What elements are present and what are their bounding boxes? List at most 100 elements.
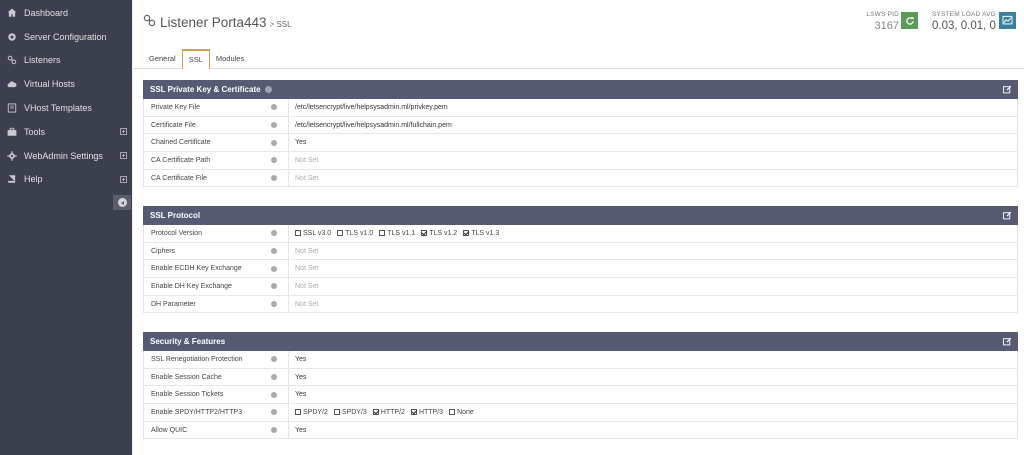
table-row: Ciphers Not Set: [144, 242, 1017, 261]
help-icon-cell[interactable]: [259, 242, 289, 260]
sidebar-item-label: Server Configuration: [24, 31, 107, 42]
checkbox-box[interactable]: [421, 230, 428, 237]
checkbox-label: TLS v1.3: [471, 229, 500, 237]
sidebar-item-help[interactable]: Help: [0, 168, 132, 192]
help-icon[interactable]: [270, 122, 277, 129]
help-icon[interactable]: [270, 356, 277, 363]
edit-icon[interactable]: [1003, 337, 1012, 346]
expand-icon[interactable]: [120, 151, 127, 159]
checkbox-box[interactable]: [372, 409, 379, 416]
checkbox-tls-v1-3[interactable]: TLS v1.3: [463, 230, 499, 237]
field-value: Not Set: [295, 282, 319, 290]
checkbox-tls-v1-2[interactable]: TLS v1.2: [421, 230, 457, 237]
help-icon[interactable]: [270, 427, 277, 434]
home-icon: [6, 7, 18, 19]
panel-rows: Protocol Version SSL v3.0 TLS v1.0 TLS v1.1…: [143, 224, 1018, 314]
checkbox-box[interactable]: [295, 230, 301, 237]
field-value: Not Set: [295, 174, 319, 182]
panel-security-features: Security & Features SSL Renegotiation Pro…: [143, 332, 1018, 440]
sidebar-item-server-configuration[interactable]: Server Configuration: [0, 25, 132, 49]
tab-ssl[interactable]: SSL: [181, 49, 210, 69]
tab-general[interactable]: General: [143, 49, 182, 69]
sidebar-item-label: Dashboard: [24, 7, 69, 18]
help-icon[interactable]: [270, 301, 277, 308]
panel-header: SSL Private Key & Certificate: [143, 80, 1018, 99]
help-icon[interactable]: [270, 104, 277, 111]
help-icon[interactable]: [270, 374, 277, 381]
checkbox-tls-v1-1[interactable]: TLS v1.1: [379, 230, 415, 237]
help-icon-cell[interactable]: [259, 151, 289, 170]
load-stat: SYSTEM LOAD AVG 0.03, 0.01, 0: [932, 11, 996, 32]
sidebar-item-vhost-templates[interactable]: VHost Templates: [0, 96, 132, 120]
help-icon[interactable]: [270, 283, 277, 290]
checkbox-box[interactable]: [449, 409, 456, 416]
help-icon-cell[interactable]: [259, 116, 289, 134]
help-icon-cell[interactable]: [259, 169, 289, 187]
panel-header: Security & Features: [143, 332, 1018, 351]
help-icon-cell[interactable]: [259, 295, 289, 313]
checkbox-box[interactable]: [333, 409, 340, 416]
help-icon-cell[interactable]: [259, 421, 289, 439]
tab-modules[interactable]: Modules: [210, 49, 250, 69]
checkbox-spdy-3[interactable]: SPDY/3: [333, 409, 367, 416]
help-icon[interactable]: [270, 139, 277, 146]
checkbox-none[interactable]: None: [449, 409, 474, 416]
edit-icon[interactable]: [1003, 85, 1012, 94]
checkbox-ssl-v3-0[interactable]: SSL v3.0: [295, 230, 331, 237]
real-time-stats-button[interactable]: [999, 12, 1016, 29]
help-icon[interactable]: [270, 265, 277, 272]
help-icon[interactable]: [270, 175, 277, 182]
sidebar-item-tools[interactable]: Tools: [0, 120, 132, 144]
field-value: Not Set: [295, 300, 319, 308]
table-row: Enable Session Tickets Yes: [144, 385, 1017, 405]
briefcase-icon: [6, 126, 18, 138]
checkbox-box[interactable]: [295, 409, 301, 416]
sidebar-item-webadmin-settings[interactable]: WebAdmin Settings: [0, 144, 132, 168]
checkbox-http-3[interactable]: HTTP/3: [410, 409, 443, 416]
checkbox-box[interactable]: [337, 230, 344, 237]
help-icon-cell[interactable]: [259, 277, 289, 296]
expand-icon[interactable]: [120, 127, 127, 135]
panel-title: SSL Protocol: [150, 211, 201, 220]
help-icon-cell[interactable]: [259, 368, 289, 386]
checkbox-label: HTTP/2: [380, 408, 405, 416]
checkbox-box[interactable]: [410, 409, 417, 416]
checkbox-http-2[interactable]: HTTP/2: [372, 408, 405, 416]
help-icon[interactable]: [270, 409, 277, 416]
graceful-restart-button[interactable]: [901, 12, 918, 29]
field-label: Enable Session Cache: [151, 373, 222, 381]
help-icon[interactable]: [264, 86, 272, 93]
help-icon[interactable]: [270, 391, 277, 398]
help-icon-cell[interactable]: [259, 98, 289, 117]
sidebar-item-virtual-hosts[interactable]: Virtual Hosts: [0, 72, 132, 96]
checkbox-tls-v1-0[interactable]: TLS v1.0: [337, 230, 373, 237]
help-icon-cell[interactable]: [259, 224, 289, 243]
field-label: DH Parameter: [151, 300, 196, 308]
sidebar-item-label: Help: [24, 174, 43, 185]
help-icon-cell[interactable]: [259, 259, 289, 278]
edit-icon[interactable]: [1003, 211, 1012, 220]
checkbox-label: None: [457, 408, 474, 416]
sidebar-collapse-button[interactable]: [113, 195, 131, 210]
panel-ssl-private-key-certificate: SSL Private Key & Certificate Private Key…: [143, 80, 1018, 188]
field-value: Yes: [295, 373, 307, 381]
expand-icon[interactable]: [120, 175, 127, 183]
table-row: Enable SPDY/HTTP2/HTTP3 SPDY/2 SPDY/3 HTTP/…: [144, 403, 1017, 422]
help-icon[interactable]: [270, 248, 277, 255]
checkbox-spdy-2[interactable]: SPDY/2: [295, 409, 328, 416]
help-icon-cell[interactable]: [259, 133, 289, 152]
checkbox-label: SSL v3.0: [303, 229, 332, 237]
checkbox-box[interactable]: [463, 230, 470, 237]
field-label: Allow QUIC: [151, 426, 188, 434]
sidebar-item-listeners[interactable]: Listeners: [0, 49, 132, 73]
help-icon[interactable]: [270, 230, 277, 237]
help-icon[interactable]: [270, 157, 277, 164]
help-icon-cell[interactable]: [259, 385, 289, 404]
checkbox-box[interactable]: [379, 230, 386, 237]
arrow-left-circle-icon: [117, 198, 127, 207]
help-icon-cell[interactable]: [259, 403, 289, 422]
table-row: Protocol Version SSL v3.0 TLS v1.0 TLS v1.1…: [144, 224, 1017, 243]
table-row: CA Certificate File Not Set: [144, 169, 1017, 188]
sidebar-item-dashboard[interactable]: Dashboard: [0, 1, 132, 25]
help-icon-cell[interactable]: [259, 350, 289, 369]
